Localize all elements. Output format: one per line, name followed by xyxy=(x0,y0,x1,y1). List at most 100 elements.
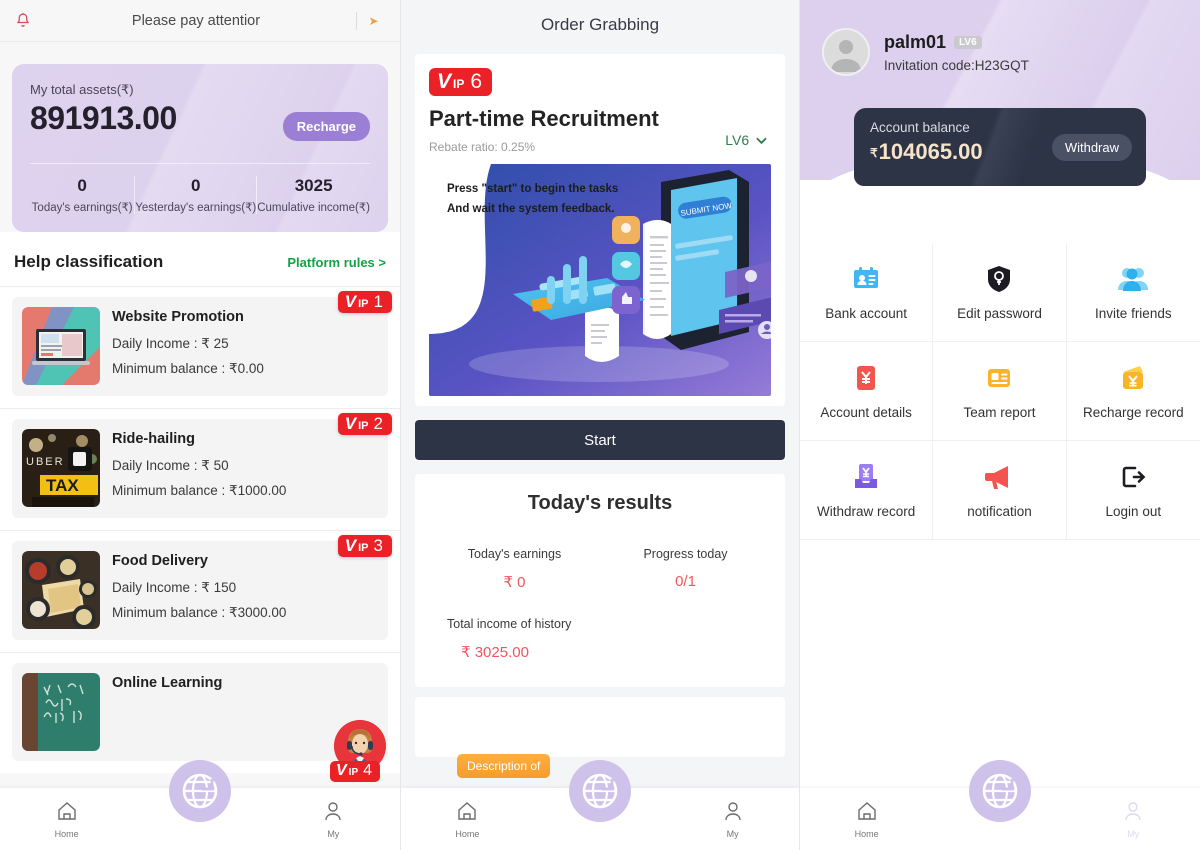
two-people-icon xyxy=(1118,264,1149,294)
balance-amount: 104065.00 xyxy=(878,139,983,164)
globe-icon xyxy=(182,773,218,809)
vip-ip-letters: IP xyxy=(358,542,369,554)
notice-bar[interactable]: Please pay attentior ➤ xyxy=(0,0,400,42)
nav-label: Home xyxy=(455,829,480,839)
stat-value: 0 xyxy=(77,176,87,195)
page-title: Help classification xyxy=(14,252,164,271)
home-icon xyxy=(57,802,76,820)
vip-level-number: 3 xyxy=(373,536,383,555)
job-daily-income: Daily Income : ₹ 150 xyxy=(112,580,237,595)
vip-v-letter: V xyxy=(344,536,357,555)
job-minimum-balance: Minimum balance : ₹0.00 xyxy=(112,361,264,376)
menu-item-invite-friends[interactable]: Invite friends xyxy=(1066,243,1200,342)
menu-item-account-details[interactable]: Account details xyxy=(800,342,934,441)
description-card xyxy=(415,697,785,757)
nav-item-my[interactable]: My xyxy=(1067,799,1200,839)
menu-item-team-report[interactable]: Team report xyxy=(933,342,1067,441)
nav-center-globe-button[interactable] xyxy=(169,760,231,822)
nav-center-globe-button[interactable] xyxy=(969,760,1031,822)
menu-item-withdraw-record[interactable]: Withdraw record xyxy=(800,441,934,540)
job-name: Ride-hailing xyxy=(112,431,195,447)
profile-row: palm01 LV6 Invitation code:H23GQT xyxy=(800,0,1200,76)
recharge-button[interactable]: Recharge xyxy=(282,112,370,141)
nav-center-globe-button[interactable] xyxy=(569,760,631,822)
assets-stats-row: 0 Today's earnings(₹) 0 Yesterday's earn… xyxy=(30,163,370,214)
job-minimum-balance: Minimum balance : ₹1000.00 xyxy=(112,483,287,498)
status-badge: LV6 xyxy=(954,35,982,49)
total-assets-card: My total assets(₹) 891913.00 Recharge 0 … xyxy=(12,64,388,232)
list-item[interactable]: V IP 3 Food Delivery Daily Income: ₹ 15… xyxy=(0,530,400,652)
vip-badge: V IP 1 xyxy=(337,291,392,313)
blackboard-thumb xyxy=(22,673,100,751)
user-icon xyxy=(1125,802,1142,821)
nav-item-home[interactable]: Home xyxy=(800,799,933,839)
home-icon xyxy=(458,802,477,820)
three-panel-screenshot: Please pay attentior ➤ My total assets(₹… xyxy=(0,0,1200,850)
vip-badge: V IP 3 xyxy=(337,535,392,557)
customer-service-button[interactable]: V IP 4 xyxy=(330,720,388,782)
menu-item-recharge-record[interactable]: Recharge record xyxy=(1066,342,1200,441)
avatar[interactable] xyxy=(822,28,870,76)
svg-text:UBER: UBER xyxy=(26,456,65,468)
menu-item-login-out[interactable]: Login out xyxy=(1066,441,1200,540)
result-total-income: Total income of history ₹ 3025.00 xyxy=(429,617,771,661)
vip-v-letter: V xyxy=(344,292,357,311)
menu-item-notification[interactable]: notification xyxy=(933,441,1067,540)
vip-level-number: 1 xyxy=(373,292,383,311)
result-value: 0/1 xyxy=(675,573,696,590)
stat-caption: Today's earnings(₹) xyxy=(31,202,133,214)
nav-item-home[interactable]: Home xyxy=(0,799,133,839)
task-hero-illustration: SUBMIT NOW Press "start" to begin the ta… xyxy=(429,164,771,396)
order-grabbing-panel: Order Grabbing V IP 6 LV6 Part-time Recr… xyxy=(400,0,800,850)
total-assets-label: My total assets(₹) xyxy=(30,82,134,97)
job-name: Website Promotion xyxy=(112,309,244,325)
globe-icon xyxy=(582,773,618,809)
task-card: V IP 6 LV6 Part-time Recruitment Rebate … xyxy=(415,54,785,406)
menu-label: Team report xyxy=(963,404,1036,420)
nav-label: Home xyxy=(854,829,879,839)
vip-badge: V IP 6 xyxy=(429,68,493,96)
results-grid: Today's earnings ₹ 0 Progress today 0/1 xyxy=(429,547,771,591)
menu-item-edit-password[interactable]: Edit password xyxy=(933,243,1067,342)
level-selector[interactable]: LV6 xyxy=(725,132,767,148)
invitation-code: Invitation code:H23GQT xyxy=(884,57,1029,73)
chevron-down-icon xyxy=(756,137,767,145)
result-progress-today: Progress today 0/1 xyxy=(600,547,771,591)
home-panel: Please pay attentior ➤ My total assets(₹… xyxy=(0,0,400,850)
purple-withdraw-icon xyxy=(851,462,881,492)
menu-label: Bank account xyxy=(825,305,908,321)
yellow-wallet-yen-icon xyxy=(1118,363,1148,393)
username: palm01 xyxy=(884,31,947,52)
job-minimum-balance: Minimum balance : ₹3000.00 xyxy=(112,605,287,620)
start-button[interactable]: Start xyxy=(415,420,785,460)
notice-arrow-icon[interactable]: ➤ xyxy=(356,11,390,30)
vip-ip-letters: IP xyxy=(453,77,465,91)
todays-results-card: Today's results Today's earnings ₹ 0 Pro… xyxy=(415,474,785,687)
megaphone-icon xyxy=(983,462,1015,492)
result-today-earnings: Today's earnings ₹ 0 xyxy=(429,547,600,591)
menu-item-bank-account[interactable]: Bank account xyxy=(800,243,934,342)
job-list: V IP 1 Website Promotion Daily Income: … xyxy=(0,286,400,773)
menu-label: notification xyxy=(967,503,1032,519)
nav-item-my[interactable]: My xyxy=(267,799,400,839)
list-item[interactable]: V IP 1 Website Promotion Daily Income: … xyxy=(0,286,400,408)
withdraw-button[interactable]: Withdraw xyxy=(1051,134,1132,161)
menu-label: Account details xyxy=(820,404,912,420)
currency-symbol: ₹ xyxy=(870,146,878,160)
stat-value: 3025 xyxy=(294,176,333,195)
nav-item-home[interactable]: Home xyxy=(401,799,534,839)
description-chip[interactable]: Description of xyxy=(457,754,551,778)
laptop-promo-thumb xyxy=(22,307,100,385)
vip-ip-letters: IP xyxy=(348,767,359,778)
result-value: ₹ 0 xyxy=(503,574,526,591)
nav-label: My xyxy=(1127,829,1140,839)
vip-ip-letters: IP xyxy=(358,420,369,432)
shield-key-icon xyxy=(984,264,1014,294)
menu-label: Login out xyxy=(1105,503,1162,519)
list-item[interactable]: V IP 2 UBER TAX Ride-hailing Daily Incom… xyxy=(0,408,400,530)
job-name: Food Delivery xyxy=(112,553,208,569)
nav-item-my[interactable]: My xyxy=(666,799,799,839)
vip-badge: V IP 4 xyxy=(330,761,381,782)
result-caption: Today's earnings xyxy=(467,547,562,561)
platform-rules-link[interactable]: Platform rules > xyxy=(287,255,386,270)
